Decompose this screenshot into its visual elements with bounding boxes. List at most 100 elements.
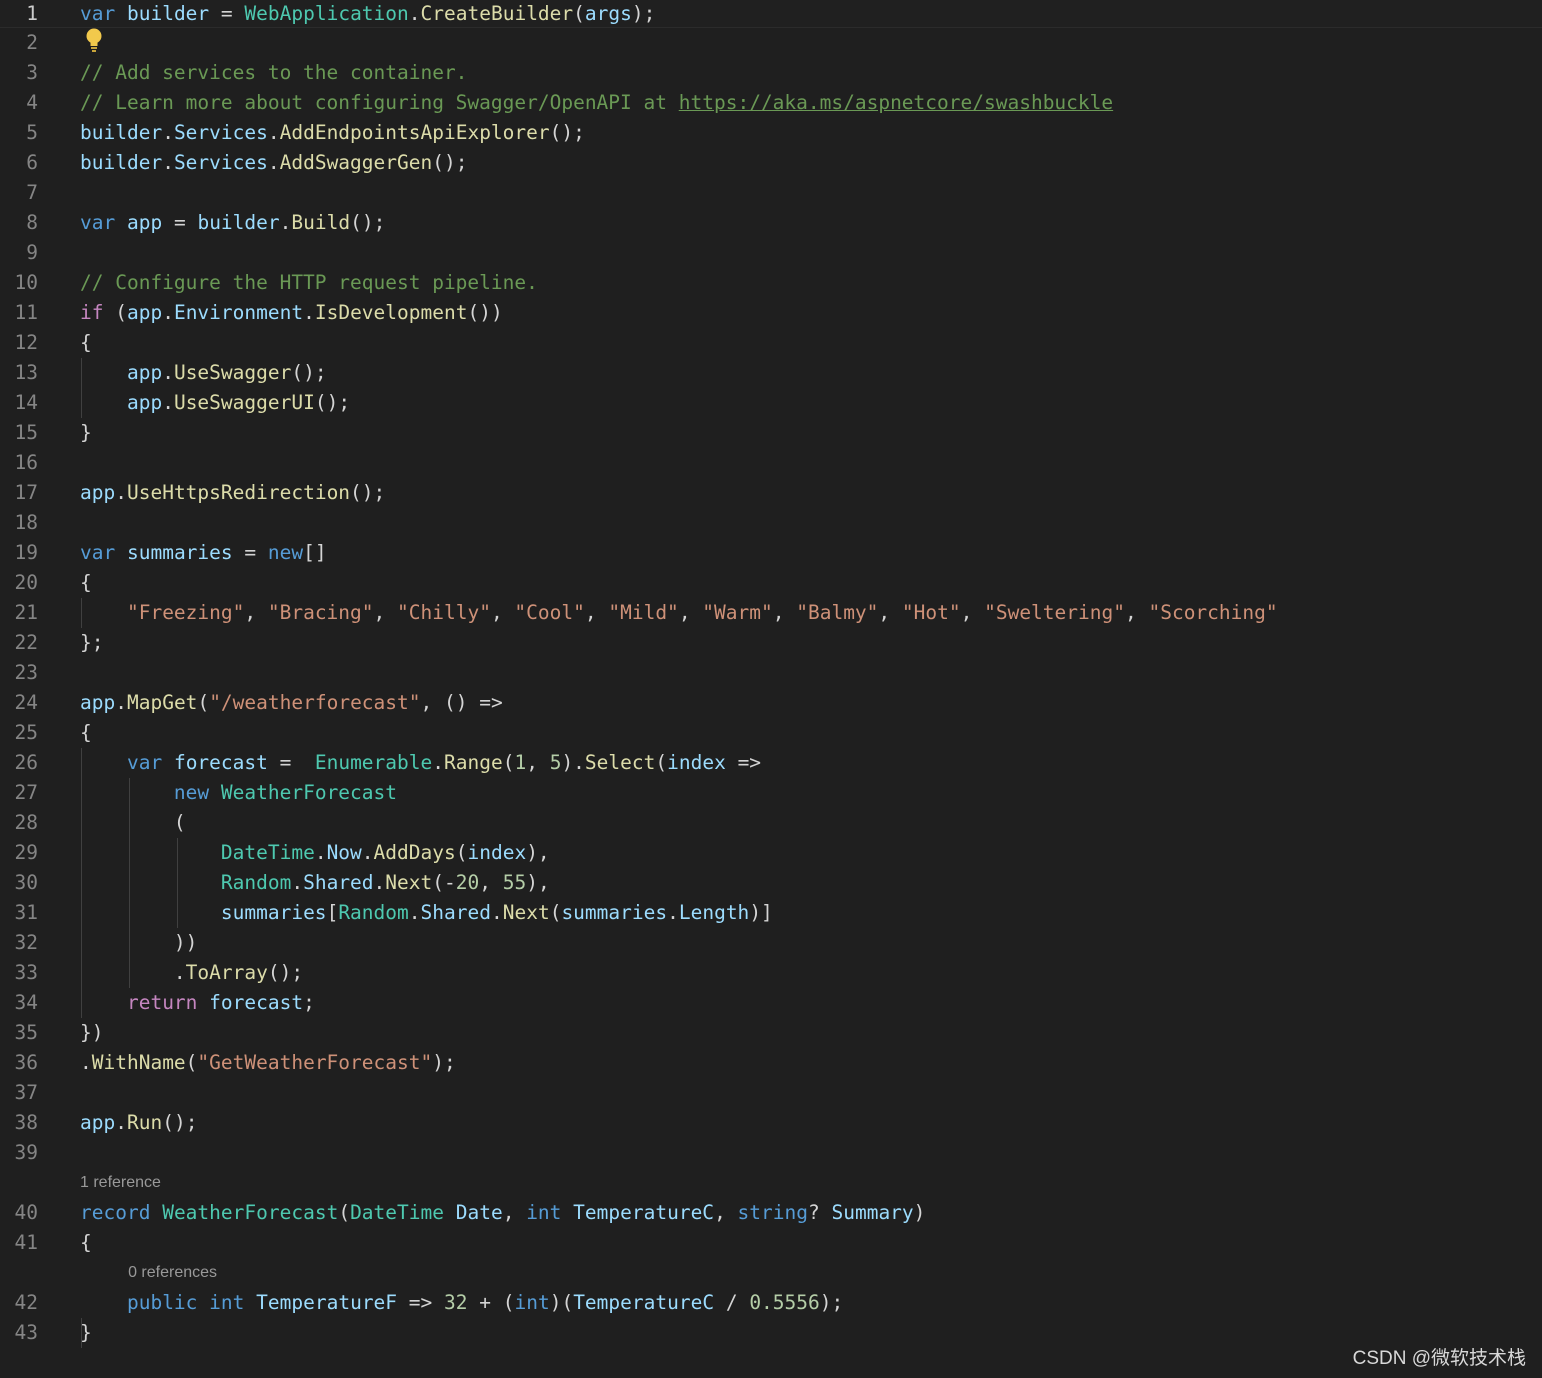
code-text[interactable]: return forecast; xyxy=(80,988,315,1018)
code-token: (); xyxy=(291,361,327,384)
code-text[interactable]: { xyxy=(80,718,92,748)
code-text[interactable]: builder.Services.AddSwaggerGen(); xyxy=(80,148,467,178)
code-token: . xyxy=(667,901,679,924)
code-line[interactable]: 2 xyxy=(0,28,1542,58)
code-line[interactable]: 12 { xyxy=(0,328,1542,358)
code-line[interactable]: 15} xyxy=(0,418,1542,448)
code-text[interactable]: )) xyxy=(80,928,198,958)
code-token: ); xyxy=(819,1291,844,1314)
code-text[interactable]: var builder = WebApplication.CreateBuild… xyxy=(80,0,655,29)
code-token: . xyxy=(115,481,127,504)
code-line[interactable]: 31 summaries[Random.Shared.Next(summarie… xyxy=(0,898,1542,928)
code-line[interactable]: 35}) xyxy=(0,1018,1542,1048)
code-text[interactable]: app.MapGet("/weatherforecast", () => xyxy=(80,688,503,718)
code-token: . xyxy=(267,121,280,144)
code-line[interactable]: 23 xyxy=(0,658,1542,688)
code-line[interactable]: 29 DateTime.Now.AddDays(index), xyxy=(0,838,1542,868)
code-line[interactable]: 10 // Configure the HTTP request pipeline… xyxy=(0,268,1542,298)
line-number: 34 xyxy=(14,991,38,1014)
code-line[interactable]: 39 xyxy=(0,1138,1542,1168)
code-line[interactable]: 26 var forecast = Enumerable.Range(1, 5)… xyxy=(0,748,1542,778)
code-line[interactable]: 41 { xyxy=(0,1228,1542,1258)
code-token: }) xyxy=(80,1021,104,1044)
code-token: , xyxy=(772,601,797,624)
code-line[interactable]: 11 if (app.Environment.IsDevelopment()) xyxy=(0,298,1542,328)
code-text[interactable]: if (app.Environment.IsDevelopment()) xyxy=(80,298,503,328)
line-number: 42 xyxy=(14,1291,38,1314)
code-text[interactable]: ( xyxy=(80,808,186,838)
code-line[interactable]: 30 Random.Shared.Next(-20, 55), xyxy=(0,868,1542,898)
codelens-references-link[interactable]: 0 references xyxy=(128,1258,217,1288)
code-line[interactable]: 42 public int TemperatureF => 32 + (int)… xyxy=(0,1288,1542,1318)
code-line[interactable]: 8 var app = builder.Build(); xyxy=(0,208,1542,238)
code-line[interactable]: 16 xyxy=(0,448,1542,478)
code-text[interactable]: DateTime.Now.AddDays(index), xyxy=(80,838,550,868)
code-text[interactable]: var app = builder.Build(); xyxy=(80,208,385,238)
code-token: Random xyxy=(338,901,409,924)
code-token: "Bracing" xyxy=(267,601,374,624)
code-text[interactable]: app.UseHttpsRedirection(); xyxy=(80,478,385,508)
code-token: record xyxy=(80,1201,151,1224)
code-text[interactable]: app.UseSwagger(); xyxy=(80,358,327,388)
code-text[interactable]: { xyxy=(80,568,92,598)
code-line[interactable]: 1 var builder = WebApplication.CreateBuil… xyxy=(0,0,1542,28)
code-text[interactable]: app.Run(); xyxy=(80,1108,197,1138)
code-line[interactable]: 27 new WeatherForecast xyxy=(0,778,1542,808)
code-line[interactable]: 5 builder.Services.AddEndpointsApiExplore… xyxy=(0,118,1542,148)
code-text[interactable]: } xyxy=(80,418,92,448)
code-text[interactable]: }; xyxy=(80,628,103,658)
code-token: Next xyxy=(502,901,550,924)
code-token: index xyxy=(467,841,527,864)
code-token: ( xyxy=(185,1051,198,1074)
code-line[interactable]: 38 app.Run(); xyxy=(0,1108,1542,1138)
code-line[interactable]: 33 .ToArray(); xyxy=(0,958,1542,988)
code-line[interactable]: 13 app.UseSwagger(); xyxy=(0,358,1542,388)
code-line[interactable]: 20 { xyxy=(0,568,1542,598)
code-text[interactable]: var forecast = Enumerable.Range(1, 5).Se… xyxy=(80,748,761,778)
code-text[interactable]: Random.Shared.Next(-20, 55), xyxy=(80,868,550,898)
code-line[interactable]: 6 builder.Services.AddSwaggerGen(); xyxy=(0,148,1542,178)
line-number: 19 xyxy=(14,541,38,564)
code-line[interactable]: 36 .WithName("GetWeatherForecast"); xyxy=(0,1048,1542,1078)
code-line[interactable]: 32 )) xyxy=(0,928,1542,958)
code-text[interactable]: { xyxy=(80,1228,92,1258)
code-editor[interactable]: 1 var builder = WebApplication.CreateBuil… xyxy=(0,0,1542,1378)
code-text[interactable]: // Configure the HTTP request pipeline. xyxy=(80,268,538,298)
line-number: 40 xyxy=(14,1201,38,1224)
code-line[interactable]: 18 xyxy=(0,508,1542,538)
code-text[interactable]: "Freezing", "Bracing", "Chilly", "Cool",… xyxy=(80,598,1278,628)
code-text[interactable]: public int TemperatureF => 32 + (int)(Te… xyxy=(80,1288,843,1318)
code-line[interactable]: 7 xyxy=(0,178,1542,208)
code-text[interactable]: new WeatherForecast xyxy=(80,778,397,808)
code-text[interactable]: var summaries = new[] xyxy=(80,538,327,568)
code-text[interactable]: app.UseSwaggerUI(); xyxy=(80,388,350,418)
code-line[interactable]: 17 app.UseHttpsRedirection(); xyxy=(0,478,1542,508)
code-line[interactable]: 21 "Freezing", "Bracing", "Chilly", "Coo… xyxy=(0,598,1542,628)
code-token: (- xyxy=(432,871,456,894)
code-line[interactable]: 22}; xyxy=(0,628,1542,658)
code-text[interactable]: .WithName("GetWeatherForecast"); xyxy=(80,1048,456,1078)
code-line[interactable]: 24 app.MapGet("/weatherforecast", () => xyxy=(0,688,1542,718)
code-line[interactable]: 4 // Learn more about configuring Swagger… xyxy=(0,88,1542,118)
code-text[interactable]: summaries[Random.Shared.Next(summaries.L… xyxy=(80,898,773,928)
code-text[interactable]: builder.Services.AddEndpointsApiExplorer… xyxy=(80,118,585,148)
code-line[interactable]: 19 var summaries = new[] xyxy=(0,538,1542,568)
code-text[interactable]: { xyxy=(80,328,92,358)
code-line[interactable]: 34 return forecast; xyxy=(0,988,1542,1018)
code-line[interactable]: 40 record WeatherForecast(DateTime Date, … xyxy=(0,1198,1542,1228)
code-line[interactable]: 9 xyxy=(0,238,1542,268)
code-text[interactable]: record WeatherForecast(DateTime Date, in… xyxy=(80,1198,925,1228)
code-line[interactable]: 28 ( xyxy=(0,808,1542,838)
code-line[interactable]: 25 { xyxy=(0,718,1542,748)
code-text[interactable]: // Add services to the container. xyxy=(80,58,467,88)
code-line[interactable]: 37 xyxy=(0,1078,1542,1108)
code-line[interactable]: 3 // Add services to the container. xyxy=(0,58,1542,88)
code-text[interactable]: }) xyxy=(80,1018,103,1048)
code-text[interactable]: .ToArray(); xyxy=(80,958,303,988)
code-token[interactable]: https://aka.ms/aspnetcore/swashbuckle xyxy=(679,91,1113,114)
codelens-references-link[interactable]: 1 reference xyxy=(80,1168,161,1198)
code-text[interactable]: // Learn more about configuring Swagger/… xyxy=(80,88,1113,118)
code-line[interactable]: 43} xyxy=(0,1318,1542,1348)
code-line[interactable]: 14 app.UseSwaggerUI(); xyxy=(0,388,1542,418)
